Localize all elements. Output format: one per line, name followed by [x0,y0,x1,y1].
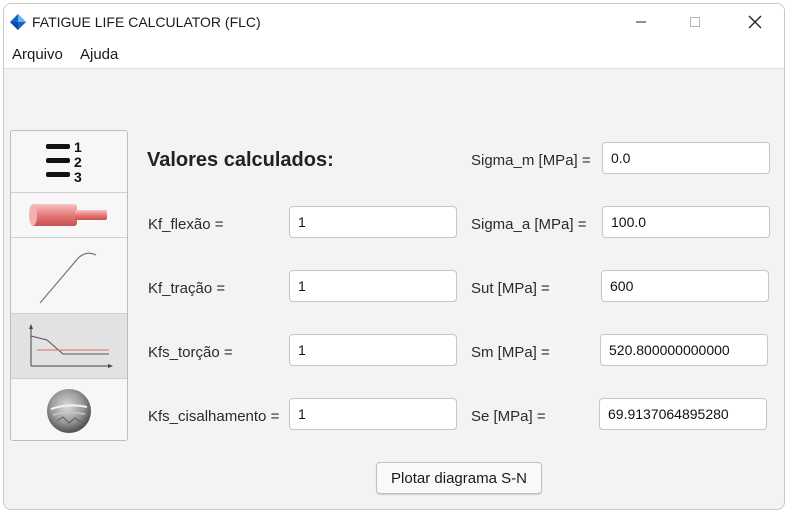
sut-label: Sut [MPa] = [471,280,550,297]
app-window: FATIGUE LIFE CALCULATOR (FLC) Arquivo Aj… [3,3,785,510]
sm-field[interactable] [600,334,768,366]
sidebar-item-fracture[interactable] [11,379,127,440]
svg-text:1: 1 [74,139,82,155]
sidebar-item-material[interactable] [11,238,127,314]
window-title: FATIGUE LIFE CALCULATOR (FLC) [32,14,261,30]
sigma-a-field[interactable] [602,206,770,238]
close-icon [748,15,762,29]
sigma-a-label: Sigma_a [MPa] = [471,216,587,233]
kf-flexao-field[interactable] [289,206,457,238]
maximize-button[interactable] [672,4,718,40]
menu-bar: Arquivo Ajuda [4,40,784,69]
close-button[interactable] [732,4,778,40]
plot-sn-diagram-button[interactable]: Plotar diagrama S-N [376,462,542,494]
minimize-icon [636,21,646,23]
minimize-button[interactable] [618,4,664,40]
svg-text:3: 3 [74,169,82,185]
sidebar-item-values[interactable]: 1 2 3 [11,131,127,193]
stress-strain-curve-icon [39,252,97,303]
page-title: Valores calculados: [147,149,334,171]
title-bar: FATIGUE LIFE CALCULATOR (FLC) [4,4,784,40]
svg-text:2: 2 [74,154,82,170]
sidebar-item-geometry[interactable] [11,193,127,238]
kfs-torcao-field[interactable] [289,334,457,366]
numbered-list-icon: 1 2 3 [46,139,82,185]
shaft-icon [29,204,107,226]
sidebar: 1 2 3 [10,130,128,441]
kf-tracao-label: Kf_tração = [148,280,226,297]
sidebar-item-sn-diagram[interactable] [11,314,127,379]
app-logo-icon [10,14,26,30]
menu-ajuda[interactable]: Ajuda [80,46,118,63]
kfs-torcao-label: Kfs_torção = [148,344,233,361]
kfs-cisalhamento-field[interactable] [289,398,457,430]
sigma-m-field[interactable] [602,142,770,174]
maximize-icon [690,17,700,27]
kf-tracao-field[interactable] [289,270,457,302]
sn-diagram-icon [29,324,113,368]
sm-label: Sm [MPa] = [471,344,550,361]
kf-flexao-label: Kf_flexão = [148,216,224,233]
sut-field[interactable] [601,270,769,302]
kfs-cisalhamento-label: Kfs_cisalhamento = [148,408,280,425]
menu-arquivo[interactable]: Arquivo [12,46,63,63]
sigma-m-label: Sigma_m [MPa] = [471,152,591,169]
se-label: Se [MPa] = [471,408,546,425]
fracture-surface-icon [47,388,91,433]
se-field[interactable] [599,398,767,430]
